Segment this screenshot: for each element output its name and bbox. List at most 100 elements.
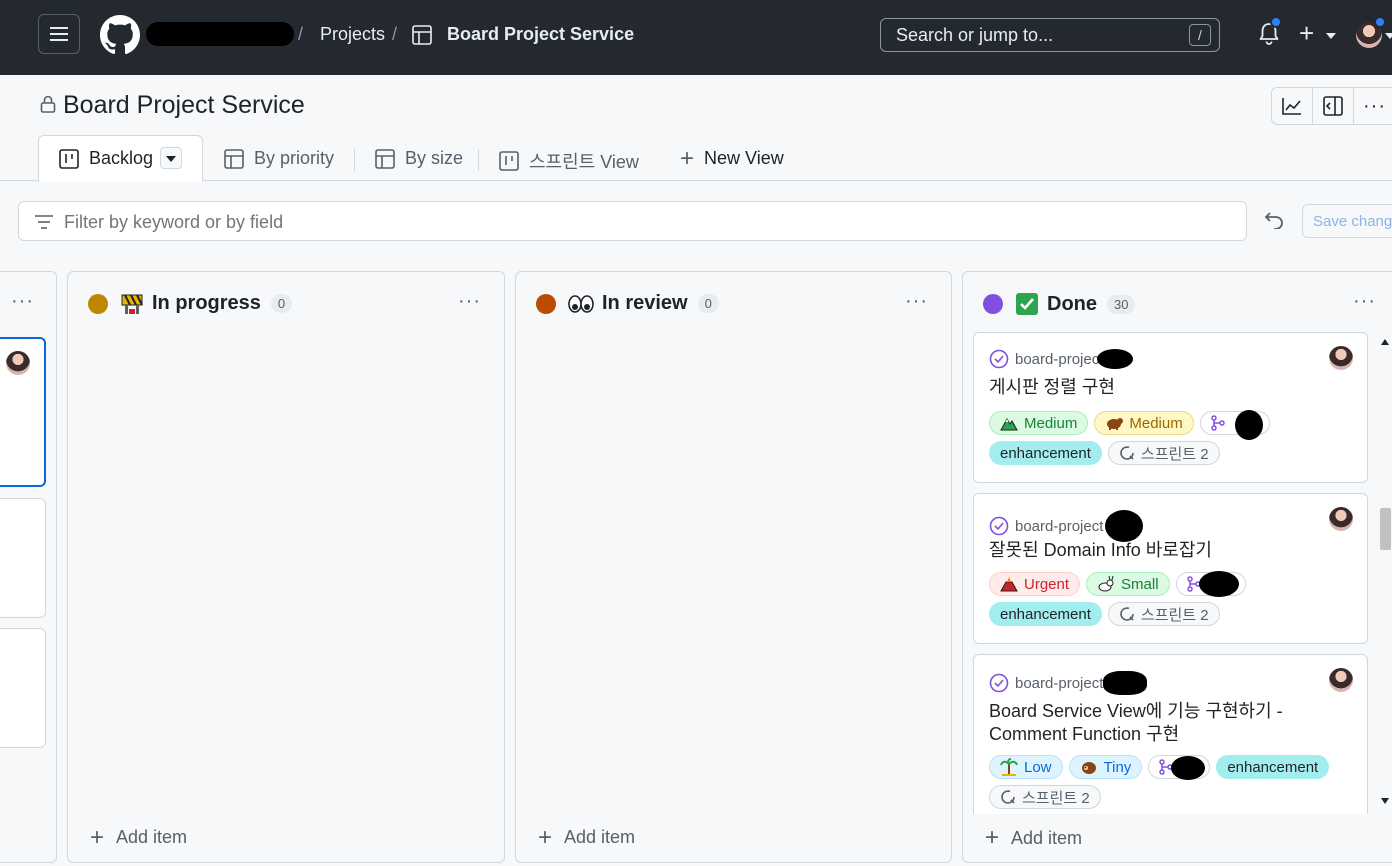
card-repo: board-project	[989, 510, 1144, 542]
undo-icon[interactable]	[1264, 211, 1284, 229]
repo-name: board-project	[1015, 350, 1104, 368]
table-icon	[412, 25, 432, 45]
column-header: Done 30	[983, 292, 1136, 316]
column-header: In review 0	[536, 292, 719, 315]
add-item-label: Add item	[1011, 827, 1083, 848]
enhancement-label: enhancement	[989, 602, 1102, 626]
page-title: Board Project Service	[63, 91, 305, 119]
priority-label: Urgent	[989, 572, 1081, 596]
add-item-button[interactable]: + Add item	[538, 825, 635, 849]
scroll-up-arrow[interactable]	[1381, 339, 1389, 345]
search-input[interactable]: Search or jump to... /	[880, 18, 1220, 52]
kebab-horizontal-icon: ···	[1363, 95, 1386, 117]
breadcrumb-separator: /	[298, 24, 304, 44]
issue-card[interactable]: board-project Board Service View에 기능 구현하…	[973, 654, 1368, 814]
card-partial[interactable]	[0, 337, 46, 487]
menu-button[interactable]	[38, 14, 80, 54]
card-partial[interactable]	[0, 498, 46, 618]
board-column-in-review: In review 0 ··· + Add item	[515, 271, 952, 863]
column-count: 30	[1107, 294, 1136, 314]
scroll-down-arrow[interactable]	[1381, 798, 1389, 804]
assignee-avatar	[6, 351, 30, 375]
issue-number-redacted	[1097, 349, 1134, 369]
issue-card[interactable]: board-project 잘못된 Domain Info 바로잡기 Urgen…	[973, 493, 1368, 644]
card-title[interactable]: 게시판 정렬 구현	[989, 376, 1329, 399]
priority-label: Low	[989, 755, 1063, 779]
more-options-button[interactable]: ···	[1354, 88, 1392, 124]
github-logo-icon[interactable]	[100, 15, 140, 55]
column-title: In progress	[152, 292, 261, 314]
card-title[interactable]: 잘못된 Domain Info 바로잡기	[989, 539, 1329, 562]
tab-label: Backlog	[89, 148, 154, 168]
search-shortcut-key: /	[1189, 24, 1211, 46]
tab-options-button[interactable]	[160, 147, 182, 169]
breadcrumb-projects[interactable]: Projects	[320, 24, 385, 45]
card-repo: board-project	[989, 349, 1134, 369]
tab-new-view[interactable]: + New View	[680, 144, 784, 172]
column-count: 0	[697, 294, 719, 313]
plus-icon: +	[985, 824, 1000, 851]
iteration-icon	[1000, 789, 1016, 805]
add-item-button[interactable]: + Add item	[973, 818, 1373, 858]
tabs-divider	[0, 180, 1392, 181]
create-new-icon[interactable]: +	[1299, 20, 1314, 46]
table-icon	[375, 148, 395, 169]
global-header: / Projects / Board Project Service Searc…	[0, 0, 1392, 75]
tab-sprint-view[interactable]: 스프린트 View	[499, 148, 639, 174]
card-labels: Medium Medium enhancement 스프린트 2	[989, 410, 1349, 465]
add-item-button[interactable]: + Add item	[90, 823, 187, 851]
column-more-icon[interactable]: ···	[458, 290, 481, 313]
scrollbar-thumb[interactable]	[1380, 508, 1391, 550]
owner-name-redacted[interactable]	[146, 22, 294, 46]
tab-by-size[interactable]: By size	[375, 148, 463, 169]
board-column-in-progress: In progress 0 ··· + Add item	[67, 271, 505, 863]
sprint-label: 스프린트 2	[1107, 602, 1220, 626]
issue-closed-icon	[989, 673, 1009, 693]
pr-number-redacted	[1171, 756, 1206, 780]
tab-label: New View	[704, 148, 784, 168]
tab-by-priority[interactable]: By priority	[224, 148, 334, 169]
column-more-icon[interactable]: ···	[905, 290, 928, 313]
column-more-icon[interactable]: ···	[11, 290, 34, 313]
board-icon	[499, 151, 519, 171]
filter-bar[interactable]	[18, 201, 1247, 241]
chevron-down-icon	[1326, 33, 1336, 39]
mountain-icon	[1000, 415, 1018, 431]
palm-tree-icon	[1000, 758, 1018, 776]
plus-icon: +	[680, 144, 695, 172]
filter-input[interactable]	[64, 212, 1164, 233]
size-label: Tiny	[1068, 755, 1143, 779]
card-partial[interactable]	[0, 628, 46, 748]
breadcrumb-project[interactable]: Board Project Service	[447, 24, 634, 45]
issue-card[interactable]: board-project 게시판 정렬 구현 Medium Medium en…	[973, 332, 1368, 483]
save-changes-button[interactable]: Save changes	[1302, 204, 1392, 238]
iteration-icon	[1119, 445, 1135, 461]
bear-icon	[1105, 416, 1124, 430]
insights-button[interactable]	[1272, 88, 1313, 124]
tab-separator	[354, 149, 355, 171]
lock-icon	[40, 95, 56, 113]
side-panel-button[interactable]	[1313, 88, 1354, 124]
rabbit-icon	[1097, 576, 1115, 592]
assignee-avatar	[1329, 668, 1353, 692]
pr-number-redacted	[1198, 571, 1239, 597]
column-scrollbar[interactable]	[1379, 332, 1392, 812]
enhancement-label: enhancement	[1216, 755, 1330, 779]
card-title[interactable]: Board Service View에 기능 구현하기 - Comment Fu…	[989, 700, 1329, 746]
tab-backlog[interactable]: Backlog	[59, 148, 153, 169]
board-icon	[59, 148, 79, 169]
issue-number-redacted	[1105, 510, 1144, 542]
card-repo: board-project	[989, 671, 1148, 695]
linked-pr-label	[1148, 755, 1211, 780]
status-dot	[88, 293, 108, 314]
linked-pr-label	[1175, 571, 1246, 597]
column-more-icon[interactable]: ···	[1353, 290, 1376, 313]
board-column-done: Done 30 ··· board-project 게시판 정렬 구현 Medi…	[962, 271, 1392, 863]
plus-icon: +	[90, 823, 105, 851]
filter-icon	[35, 215, 53, 229]
pr-number-redacted	[1234, 410, 1263, 440]
tab-label: 스프린트 View	[529, 152, 639, 172]
repo-name: board-project	[1015, 674, 1104, 692]
tab-label: By priority	[254, 148, 335, 168]
priority-label: Medium	[989, 411, 1089, 435]
